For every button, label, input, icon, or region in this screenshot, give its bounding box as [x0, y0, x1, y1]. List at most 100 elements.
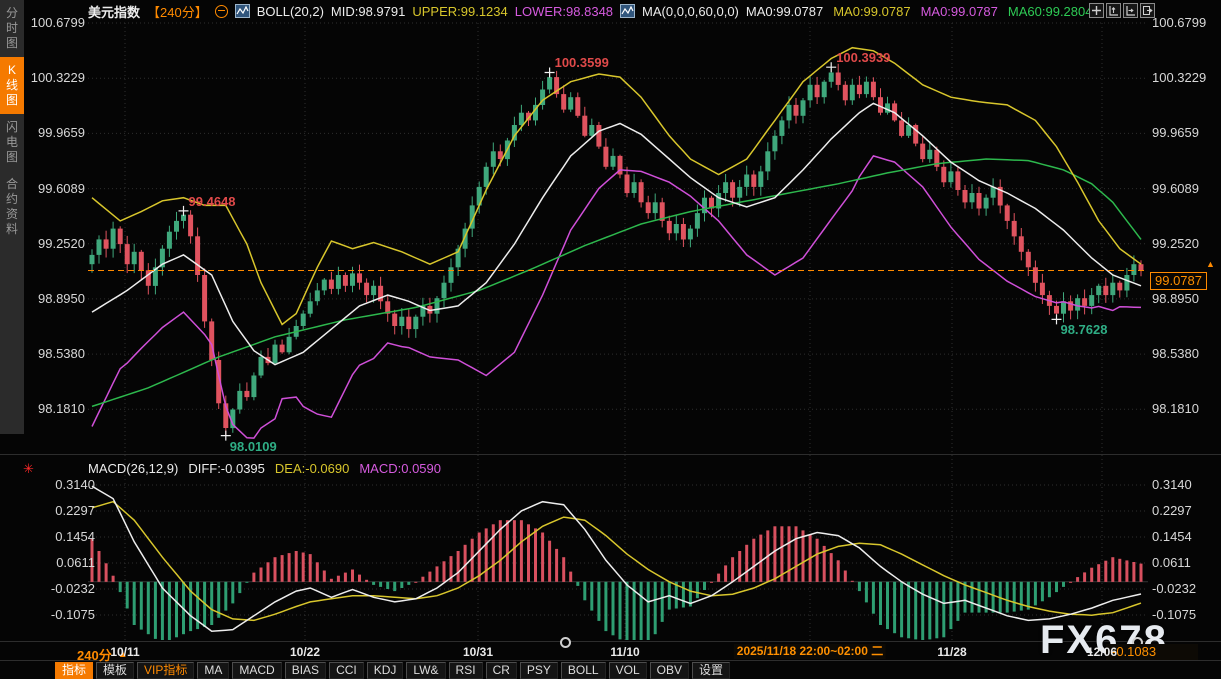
macd-axis-label-right: -0.0232: [1152, 581, 1196, 596]
price-axis-label-right: 99.2520: [1152, 236, 1199, 251]
x-axis-date: 10/22: [290, 645, 320, 659]
toolbar-button-模板[interactable]: 模板: [96, 662, 134, 679]
toolbar-button-BIAS[interactable]: BIAS: [285, 662, 326, 679]
toolbar-button-VIP指标[interactable]: VIP指标: [137, 662, 194, 679]
sidebar-tab-char: 分: [6, 6, 18, 21]
price-axis-label-left: 99.9659: [25, 125, 85, 140]
current-price-badge: 99.0787: [1150, 272, 1207, 290]
toolbar-button-KDJ[interactable]: KDJ: [367, 662, 404, 679]
swing-low-label: 98.7628: [1060, 322, 1107, 337]
toolbar-button-OBV[interactable]: OBV: [650, 662, 689, 679]
macd-header: MACD(26,12,9) DIFF:-0.0395 DEA:-0.0690 M…: [88, 461, 441, 476]
sidebar-tab-char: 图: [6, 93, 18, 108]
price-axis-label-left: 99.6089: [25, 181, 85, 196]
ma-value-1: MA0:99.0787: [833, 4, 910, 19]
sidebar-tab-char: 线: [6, 78, 18, 93]
macd-axis-label-left: 0.1454: [35, 529, 95, 544]
axis-zoom-vertical-icon[interactable]: [1106, 3, 1121, 18]
macd-axis-label-left: 0.3140: [35, 477, 95, 492]
sidebar-tab-char: 电: [6, 135, 18, 150]
macd-axis-label-right: 0.3140: [1152, 477, 1192, 492]
price-axis-label-right: 99.9659: [1152, 125, 1199, 140]
sidebar-tab-char: 资: [6, 207, 18, 222]
indicator-topbar: 美元指数 【240分】 BOLL(20,2) MID:98.9791 UPPER…: [88, 0, 1092, 22]
macd-macd-value: MACD:0.0590: [359, 461, 441, 476]
toolbar-button-指标[interactable]: 指标: [55, 662, 93, 679]
axis-row-divider: [0, 641, 1221, 642]
indicator-toolbar: 指标模板VIP指标MAMACDBIASCCIKDJLW&RSICRPSYBOLL…: [55, 662, 730, 679]
toolbar-divider: [0, 660, 1221, 661]
ma-params: MA(0,0,0,60,0,0): [642, 4, 739, 19]
macd-alert-icon[interactable]: ✳: [23, 461, 34, 477]
boll-mid-value: MID:98.9791: [331, 4, 405, 19]
boll-upper-value: UPPER:99.1234: [412, 4, 507, 19]
macd-axis-label-left: -0.1075: [35, 607, 95, 622]
toolbar-button-MACD[interactable]: MACD: [232, 662, 281, 679]
sidebar-tab-char: 料: [6, 222, 18, 237]
swing-high-label: 100.3599: [555, 55, 609, 70]
price-chart-canvas[interactable]: [0, 0, 1221, 679]
crosshair-tool-icon[interactable]: [1089, 3, 1104, 18]
macd-axis-label-right: 0.2297: [1152, 503, 1192, 518]
x-axis-date: 10/31: [463, 645, 493, 659]
sidebar-tab-char: 合: [6, 177, 18, 192]
x-axis-date: 12/06: [1087, 645, 1117, 659]
period-badge[interactable]: 【240分】: [147, 2, 208, 21]
x-axis-date: 10/11: [110, 645, 139, 659]
boll-lower-value: LOWER:98.8348: [515, 4, 613, 19]
x-axis-date: 11/10: [610, 645, 639, 659]
sidebar-tab-char: K: [8, 63, 16, 78]
macd-latest-value-badge: -0.1083: [1106, 644, 1198, 660]
price-axis-label-right: 99.6089: [1152, 181, 1199, 196]
toolbar-button-LW&[interactable]: LW&: [406, 662, 445, 679]
sidebar-tab-char: 图: [6, 150, 18, 165]
macd-axis-label-right: 0.0611: [1152, 555, 1191, 570]
toolbar-button-VOL[interactable]: VOL: [609, 662, 647, 679]
collapse-handle[interactable]: [560, 637, 571, 648]
axis-zoom-horizontal-icon[interactable]: [1123, 3, 1138, 18]
price-axis-label-left: 98.8950: [25, 291, 85, 306]
price-axis-label-left: 99.2520: [25, 236, 85, 251]
toolbar-button-设置[interactable]: 设置: [692, 662, 730, 679]
symbol-name: 美元指数: [88, 2, 140, 21]
chart-type-sidebar: 分时图K线图闪电图合约资料: [0, 0, 24, 434]
expand-panel-icon[interactable]: [1140, 3, 1155, 18]
sidebar-tab-char: 时: [6, 21, 18, 36]
ma-indicator-chart-icon[interactable]: [620, 4, 635, 18]
toolbar-button-MA[interactable]: MA: [197, 662, 229, 679]
panel-divider: [0, 454, 1221, 455]
price-up-arrow-icon: ▲: [1206, 259, 1215, 269]
boll-params: BOLL(20,2): [257, 4, 324, 19]
toolbar-button-RSI[interactable]: RSI: [449, 662, 483, 679]
toolbar-button-PSY[interactable]: PSY: [520, 662, 558, 679]
sidebar-tab-3[interactable]: 合约资料: [0, 171, 24, 243]
price-axis-label-right: 98.5380: [1152, 346, 1199, 361]
macd-axis-label-left: 0.2297: [35, 503, 95, 518]
macd-dea-value: DEA:-0.0690: [275, 461, 349, 476]
macd-axis-label-left: 0.0611: [35, 555, 95, 570]
macd-params: MACD(26,12,9): [88, 461, 178, 476]
sidebar-tab-0[interactable]: 分时图: [0, 0, 24, 57]
toolbar-button-CCI[interactable]: CCI: [329, 662, 364, 679]
macd-axis-label-right: 0.1454: [1152, 529, 1192, 544]
price-axis-label-right: 100.3229: [1152, 70, 1206, 85]
ma-value-0: MA0:99.0787: [746, 4, 823, 19]
toolbar-button-CR[interactable]: CR: [486, 662, 517, 679]
sidebar-tab-1[interactable]: K线图: [0, 57, 24, 114]
price-axis-label-right: 98.1810: [1152, 401, 1199, 416]
boll-indicator-chart-icon[interactable]: [235, 4, 250, 18]
sidebar-tab-2[interactable]: 闪电图: [0, 114, 24, 171]
price-axis-label-left: 100.6799: [25, 15, 85, 30]
price-axis-label-right: 98.8950: [1152, 291, 1199, 306]
macd-diff-value: DIFF:-0.0395: [188, 461, 265, 476]
crosshair-date-label: 2025/11/18 22:00~02:00 二: [734, 644, 886, 659]
toolbar-button-BOLL[interactable]: BOLL: [561, 662, 606, 679]
x-axis-date: 11/28: [937, 645, 966, 659]
macd-axis-label-right: -0.1075: [1152, 607, 1196, 622]
trading-app-window: 分时图K线图闪电图合约资料 美元指数 【240分】 BOLL(20,2) MID…: [0, 0, 1221, 679]
ma-values-group: MA0:99.0787MA0:99.0787MA0:99.0787MA60:99…: [746, 4, 1093, 19]
ma-value-3: MA60:99.2804: [1008, 4, 1093, 19]
remove-indicator-icon[interactable]: [215, 5, 228, 18]
sidebar-tab-char: 约: [6, 192, 18, 207]
sidebar-tab-char: 图: [6, 36, 18, 51]
